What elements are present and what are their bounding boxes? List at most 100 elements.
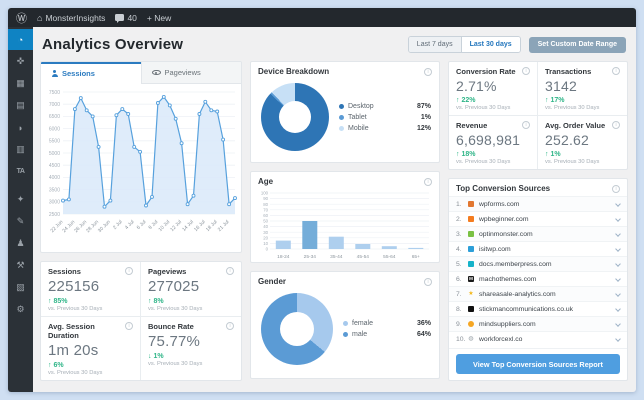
info-icon[interactable] [424, 177, 432, 186]
source-row[interactable]: 9. mindsuppliers.com [449, 316, 627, 331]
machothemes-favicon: M [468, 276, 474, 282]
svg-text:6 Jul: 6 Jul [136, 219, 148, 231]
source-row[interactable]: 8. stickmancommunications.co.uk [449, 301, 627, 316]
comments-menu[interactable]: 40 [115, 13, 137, 23]
stat-delta: ↑ 18% [456, 151, 476, 158]
sidebar-item-posts[interactable]: ✜ [8, 51, 33, 72]
svg-text:45-54: 45-54 [357, 254, 370, 260]
stat-note: vs. Previous 30 Days [48, 370, 103, 376]
legend-dot [343, 332, 348, 337]
info-icon[interactable] [226, 267, 234, 275]
stat-value: 2.71% [456, 78, 497, 94]
legend-dot [339, 114, 344, 120]
legend-dot [339, 103, 344, 109]
sidebar-item-dashboard[interactable]: ◔ [8, 29, 33, 50]
sidebar-item-appearance[interactable]: ✎ [8, 211, 33, 232]
info-icon[interactable] [612, 121, 620, 129]
source-rank: 10. [456, 335, 466, 343]
info-icon[interactable] [612, 184, 620, 193]
tab-pageviews[interactable]: Pageviews [140, 62, 241, 83]
sidebar-item-analytics[interactable]: TA [8, 161, 33, 182]
wpbeginner-favicon [468, 216, 474, 222]
source-row[interactable]: 7. ★ shareasale-analytics.com [449, 286, 627, 301]
set-custom-date-range-button[interactable]: Set Custom Date Range [528, 36, 626, 53]
info-icon[interactable] [125, 322, 133, 330]
new-content-label: + New [146, 12, 172, 23]
chevron-down-icon[interactable] [615, 261, 621, 267]
stat-label: Avg. Order Value [545, 121, 606, 130]
chevron-down-icon[interactable] [615, 306, 621, 312]
info-icon[interactable] [522, 67, 530, 75]
sidebar-item-settings[interactable]: ⚙ [8, 299, 33, 320]
source-row[interactable]: 10. ◍ workforcexl.co [449, 331, 627, 346]
new-content-menu[interactable]: + New [147, 13, 171, 23]
stat-label: Avg. Session Duration [48, 322, 95, 340]
info-icon[interactable] [226, 322, 234, 330]
source-domain: workforcexl.co [479, 335, 523, 343]
sidebar-item-tools[interactable]: ⚒ [8, 255, 33, 276]
sidebar-item-media[interactable]: ▦ [8, 73, 33, 94]
legend-dot [343, 321, 348, 326]
stat-value: 252.62 [545, 132, 590, 148]
gender-panel: Gender female 36% male 64% [250, 271, 440, 379]
sidebar-item-feedback[interactable]: ▥ [8, 139, 33, 160]
source-row[interactable]: 5. docs.memberpress.com [449, 256, 627, 271]
chevron-down-icon[interactable] [615, 291, 621, 297]
view-top-conversion-sources-report-button[interactable]: View Top Conversion Sources Report [456, 354, 620, 374]
legend-label: Desktop [348, 102, 374, 110]
sidebar-item-users[interactable]: ♟ [8, 233, 33, 254]
source-row[interactable]: 4. isitwp.com [449, 241, 627, 256]
stat-sessions: Sessions 225156 ↑ 85% vs. Previous 30 Da… [41, 262, 141, 317]
stat-pageviews: Pageviews 277025 ↑ 8% vs. Previous 30 Da… [141, 262, 241, 317]
svg-text:55-64: 55-64 [383, 254, 396, 260]
chevron-down-icon[interactable] [615, 231, 621, 237]
info-icon[interactable] [125, 267, 133, 275]
source-row[interactable]: 6. Mmachothemes.com [449, 271, 627, 286]
chevron-down-icon[interactable] [615, 336, 621, 342]
info-icon[interactable] [424, 67, 432, 76]
last-30-days-button[interactable]: Last 30 days [461, 37, 520, 52]
source-rank: 5. [456, 260, 462, 268]
sidebar-item-plugins[interactable]: ✦ [8, 189, 33, 210]
chevron-down-icon[interactable] [615, 216, 621, 222]
device-legend: Desktop 87% Tablet 1% Mobile 12% [339, 103, 431, 132]
source-row[interactable]: 1. wpforms.com [449, 196, 627, 211]
svg-text:0: 0 [266, 247, 269, 252]
sidebar-item-insights[interactable]: ▧ [8, 277, 33, 298]
stat-label: Revenue [456, 121, 488, 130]
source-domain: wpforms.com [479, 200, 520, 208]
isitwp-favicon [468, 246, 474, 252]
tab-sessions[interactable]: Sessions [41, 62, 141, 84]
svg-text:50: 50 [263, 219, 268, 224]
wordpress-logo-icon[interactable]: Ⓦ [16, 10, 27, 26]
source-row[interactable]: 3. optinmonster.com [449, 226, 627, 241]
device-breakdown-panel: Device Breakdown Desktop 87% Tablet 1% Mob… [250, 61, 440, 163]
tab-pageviews-label: Pageviews [164, 68, 201, 77]
source-domain: optinmonster.com [479, 230, 533, 238]
source-row[interactable]: 2. wpbeginner.com [449, 211, 627, 226]
stat-value: 3142 [545, 78, 577, 94]
svg-text:12 Jul: 12 Jul [169, 219, 183, 233]
gender-legend: female 36% male 64% [343, 320, 431, 338]
chevron-down-icon[interactable] [615, 201, 621, 207]
last-7-days-button[interactable]: Last 7 days [408, 37, 462, 52]
info-icon[interactable] [522, 121, 530, 129]
legend-label: male [352, 331, 368, 338]
svg-text:65+: 65+ [412, 254, 420, 260]
info-icon[interactable] [612, 67, 620, 75]
sources-list: 1. wpforms.com 2. wpbeginner.com 3. optinmo… [449, 196, 627, 348]
content-area: Analytics Overview Last 7 days Last 30 d… [33, 27, 636, 392]
chevron-down-icon[interactable] [615, 276, 621, 282]
chevron-down-icon[interactable] [615, 321, 621, 327]
legend-value: 36% [416, 320, 431, 327]
source-domain: wpbeginner.com [479, 215, 529, 223]
info-icon[interactable] [424, 277, 432, 286]
stat-delta: ↑ 85% [48, 298, 68, 305]
site-menu[interactable]: ⌂ MonsterInsights [37, 13, 105, 23]
chevron-down-icon[interactable] [615, 246, 621, 252]
sidebar-item-pages[interactable]: ▤ [8, 95, 33, 116]
sidebar-item-comments[interactable]: ◗ [8, 117, 33, 138]
stat-label: Pageviews [148, 267, 187, 276]
source-rank: 4. [456, 245, 462, 253]
top-conversion-sources-panel: Top Conversion Sources 1. wpforms.com 2. w… [448, 178, 628, 381]
